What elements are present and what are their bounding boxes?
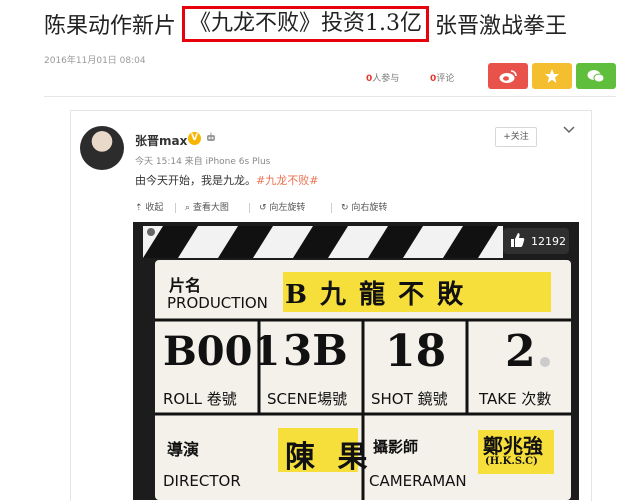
rotate-right-button[interactable]: ↻ 向右旋转	[341, 200, 387, 213]
participants-link[interactable]: 0人参与	[366, 71, 399, 84]
headline-part-1: 陈果动作新片	[44, 14, 177, 39]
slate-production-value: B 九 龍 不 敗	[285, 280, 466, 310]
post-hashtag[interactable]: #九龙不败#	[256, 174, 318, 187]
chevron-down-icon[interactable]	[563, 124, 575, 137]
slate-title-cn: 片名	[169, 276, 202, 295]
toolbar-separator	[249, 203, 250, 213]
scene-label: SCENE	[267, 390, 318, 408]
slate-take-value: 2	[505, 326, 536, 377]
post-time-source: 今天 15:14 来自 iPhone 6s Plus	[135, 157, 271, 167]
article-headline: 陈果动作新片 《九龙不败》投资1.3亿 张晋激战拳王	[44, 6, 567, 42]
participants-label: 人参与	[372, 74, 400, 84]
comments-label: 评论	[436, 74, 455, 84]
slate-production-label: PRODUCTION	[167, 294, 268, 312]
divider	[44, 96, 616, 97]
share-wechat-button[interactable]	[576, 63, 616, 89]
follow-button[interactable]: +关注	[495, 127, 537, 147]
share-qzone-button[interactable]	[532, 63, 572, 89]
member-icon	[205, 131, 217, 146]
slate-director-label: DIRECTOR	[163, 472, 241, 490]
slate-cameraman-value: 鄭兆強	[483, 434, 543, 458]
shot-cn: 鏡號	[417, 390, 448, 408]
collapse-icon: ⇡	[135, 203, 146, 213]
slate-cameraman-label: CAMERAMAN	[369, 472, 467, 490]
verified-badge: V	[188, 132, 201, 145]
view-large-label: 查看大图	[192, 203, 229, 213]
rotate-left-button[interactable]: ↺ 向左旋转	[259, 200, 305, 213]
slate-shot-value: 18	[385, 326, 447, 377]
slate-cameraman-sub: (H.K.S.C)	[485, 456, 538, 467]
search-icon: ⌕	[185, 203, 193, 213]
slate-scene-label: SCENE場號	[267, 388, 347, 409]
toolbar-separator	[175, 203, 176, 213]
star-icon	[545, 69, 559, 83]
post-text: 由今天开始，我是九龙。#九龙不败#	[135, 172, 318, 188]
toolbar-separator	[331, 203, 332, 213]
rotate-left-label: 向左旋转	[269, 203, 306, 213]
collapse-label: 收起	[145, 203, 164, 213]
thumbs-up-icon	[509, 232, 525, 251]
headline-part-2: 张晋激战拳王	[435, 14, 568, 39]
wechat-icon	[587, 70, 605, 83]
rotate-right-label: 向右旋转	[351, 203, 388, 213]
slate-take-label: TAKE 次數	[479, 388, 551, 409]
view-large-button[interactable]: ⌕ 查看大图	[185, 200, 229, 213]
take-cn: 次數	[521, 390, 552, 408]
post-image[interactable]: 12192 片名 PRODUCTION B 九 龍 不 敗 B001 3B 18…	[133, 222, 579, 500]
slate-director-value: 陳 果	[285, 440, 374, 475]
avatar[interactable]	[80, 126, 124, 170]
slate-roll-label: ROLL 卷號	[163, 388, 237, 409]
slate-shot-label: SHOT 鏡號	[371, 388, 448, 409]
roll-label: ROLL	[163, 390, 202, 408]
slate-scene-value: 3B	[283, 326, 348, 375]
collapse-button[interactable]: ⇡ 收起	[135, 200, 163, 213]
take-label: TAKE	[479, 390, 517, 408]
scene-cn: 場號	[317, 390, 348, 408]
rotate-right-icon: ↻	[341, 203, 352, 213]
post-text-body: 由今天开始，我是九龙。	[135, 174, 256, 187]
post-username[interactable]: 张晋max	[135, 132, 187, 149]
likes-count: 12192	[531, 234, 566, 248]
slate-cameraman-cn: 攝影師	[373, 438, 419, 456]
weibo-icon	[499, 70, 517, 83]
roll-cn: 卷號	[206, 390, 237, 408]
like-badge[interactable]: 12192	[503, 228, 569, 254]
slate-roll-value: B001	[163, 328, 281, 375]
rotate-left-icon: ↺	[259, 203, 270, 213]
slate-director-cn: 導演	[167, 440, 200, 459]
publish-date: 2016年11月01日 08:04	[44, 56, 146, 66]
headline-highlight: 《九龙不败》投资1.3亿	[182, 6, 430, 42]
shot-label: SHOT	[371, 390, 413, 408]
comments-link[interactable]: 0评论	[430, 71, 454, 84]
share-weibo-button[interactable]	[488, 63, 528, 89]
